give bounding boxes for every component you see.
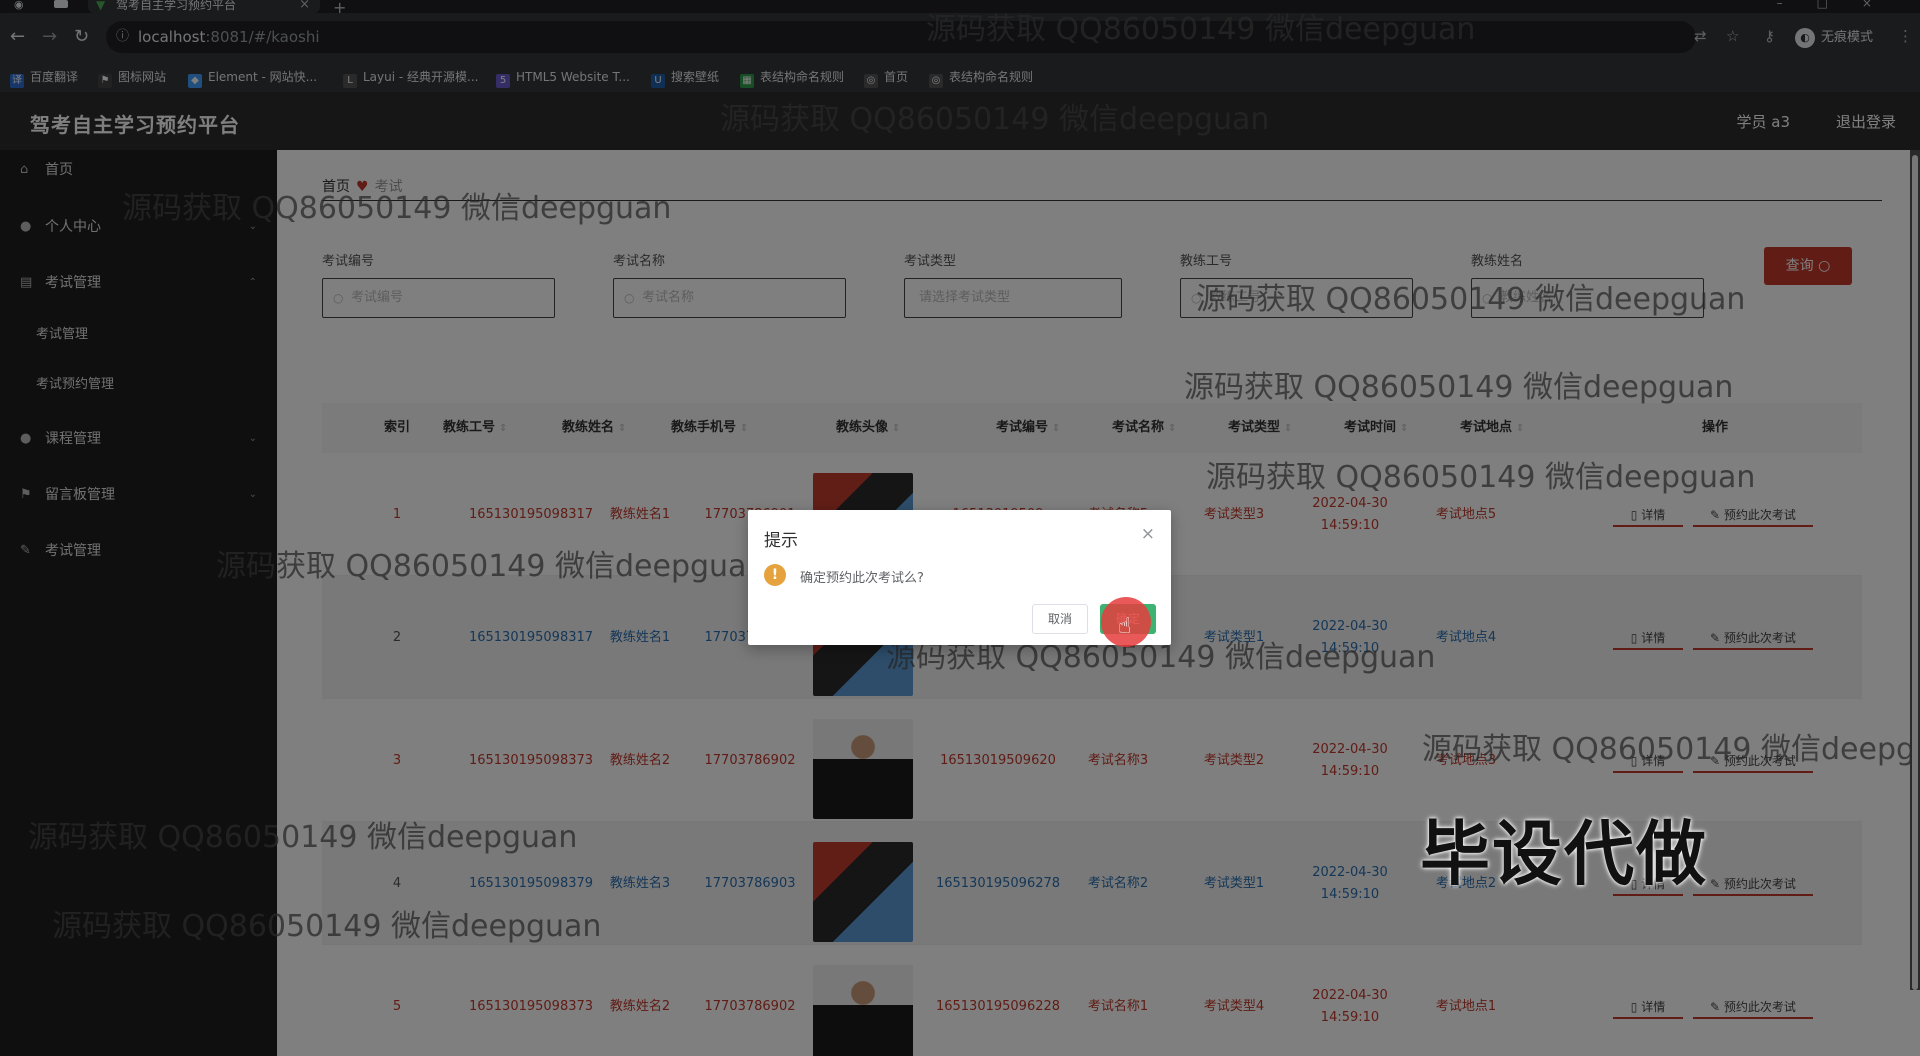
dialog-message: 确定预约此次考试么? xyxy=(800,571,924,586)
scrollbar-thumb[interactable] xyxy=(1912,155,1918,990)
watermark-large: 毕设代做 xyxy=(1420,813,1708,895)
watermark: 源码获取 QQ86050149 微信deepguan xyxy=(720,102,1270,137)
watermark: 源码获取 QQ86050149 微信deepguan xyxy=(926,12,1476,47)
warning-icon: ! xyxy=(764,564,786,586)
close-icon[interactable]: × xyxy=(1141,524,1155,544)
watermark: 源码获取 QQ86050149 微信deepguan xyxy=(1196,282,1746,317)
watermark: 源码获取 QQ86050149 微信deepguan xyxy=(28,820,578,855)
watermark: 源码获取 QQ86050149 微信deepguan xyxy=(122,191,672,226)
watermark: 源码获取 QQ86050149 微信deepguan xyxy=(1184,370,1734,405)
watermark: 源码获取 QQ86050149 微信deepguan xyxy=(1206,460,1756,495)
watermark: 源码获取 QQ86050149 微信deepguan xyxy=(216,549,766,584)
hand-cursor-icon: ☝ xyxy=(1118,614,1132,639)
cancel-button[interactable]: 取消 xyxy=(1032,604,1088,634)
watermark: 源码获取 QQ86050149 微信deepguan xyxy=(52,909,602,944)
dialog-title: 提示 xyxy=(764,531,798,551)
watermark: 源码获取 QQ86050149 微信deepgu xyxy=(1422,732,1920,767)
